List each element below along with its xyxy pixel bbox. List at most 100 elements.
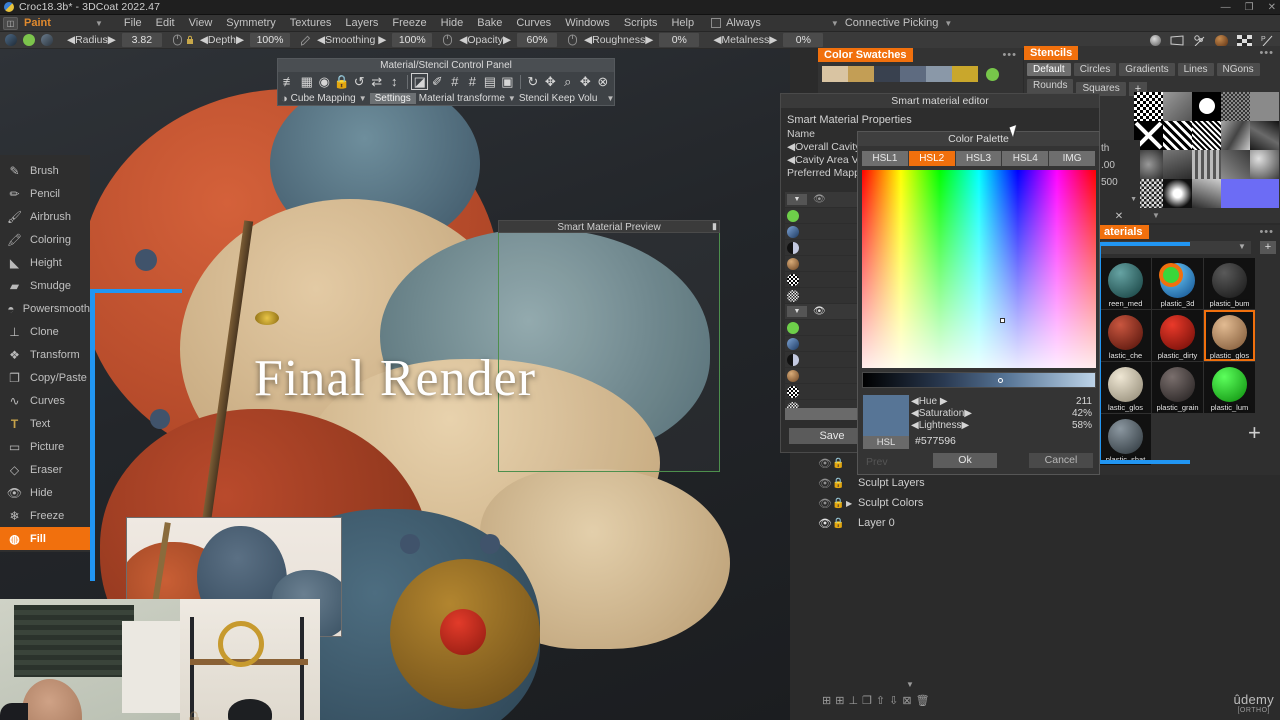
scale-icon[interactable]: ✥	[577, 73, 594, 90]
always-checkbox[interactable]	[711, 18, 722, 28]
hex-value[interactable]: #577596	[915, 435, 956, 447]
material-item-selected[interactable]: plastic_glos	[1204, 310, 1255, 361]
menu-item-windows[interactable]: Windows	[558, 17, 617, 29]
zoom-icon[interactable]: ⌕	[560, 73, 577, 90]
tool-text[interactable]: T Text	[0, 412, 90, 435]
tab-hsl1[interactable]: HSL1	[862, 151, 909, 166]
menu-item-help[interactable]: Help	[664, 17, 701, 29]
load-icon[interactable]: ▣	[499, 73, 516, 90]
tab-hsl4[interactable]: HSL4	[1002, 151, 1050, 166]
tool-eraser[interactable]: ◇ Eraser	[0, 458, 90, 481]
menu-item-hide[interactable]: Hide	[434, 17, 471, 29]
menu-item-file[interactable]: File	[117, 17, 149, 29]
menu-item-bake[interactable]: Bake	[470, 17, 509, 29]
sphere-dot-2[interactable]	[787, 337, 799, 350]
strip-caret-row[interactable]: ▼	[1098, 191, 1140, 208]
lightness-value[interactable]: 58%	[1072, 420, 1092, 431]
picking-mode-label[interactable]: Connective Picking	[845, 17, 939, 29]
eye-off-icon[interactable]: 👁	[813, 194, 826, 205]
expand-arrow-icon-3[interactable]: ▶	[846, 499, 858, 508]
swatch-3[interactable]	[900, 66, 926, 82]
roughness-param[interactable]: ◀Roughness▶ 0%	[584, 33, 700, 47]
menu-item-layers[interactable]: Layers	[338, 17, 385, 29]
menu-item-view[interactable]: View	[182, 17, 220, 29]
checker-dot[interactable]	[787, 273, 799, 286]
tool-pencil[interactable]: ✏ Pencil	[0, 182, 90, 205]
color-dot[interactable]	[787, 209, 799, 222]
close-icon[interactable]: ✕	[1115, 211, 1123, 222]
frame-icon[interactable]	[1170, 35, 1184, 46]
menu-item-textures[interactable]: Textures	[283, 17, 339, 29]
tab-hsl3[interactable]: HSL3	[955, 151, 1003, 166]
lock-icon[interactable]: 🔒	[334, 73, 351, 90]
eye-icon[interactable]: ◉	[316, 73, 333, 90]
picking-chevron-down-icon[interactable]: ▼	[831, 19, 839, 28]
tool-freeze[interactable]: ❄ Freeze	[0, 504, 90, 527]
materials-search-chevron-icon[interactable]: ▼	[1238, 242, 1246, 251]
stencils-title[interactable]: Stencils	[1024, 46, 1079, 60]
stencil-thumb[interactable]	[1192, 121, 1221, 150]
stencil-thumb[interactable]	[1163, 92, 1192, 121]
materials-big-add-button[interactable]: +	[1248, 422, 1261, 444]
cancel-button[interactable]: Cancel	[1029, 453, 1093, 468]
chevron-down-icon[interactable]: ▼	[1130, 196, 1137, 203]
material-transform-label[interactable]: Material transforme	[419, 93, 505, 104]
stencils-more-chevron-icon[interactable]: ▼	[1152, 211, 1160, 220]
halfdark-dot[interactable]	[787, 241, 799, 254]
tool-powersmooth[interactable]: ◓ Powersmooth	[0, 297, 90, 320]
chevron-down-icon[interactable]: ▼	[787, 194, 807, 205]
color-swatches-title[interactable]: Color Swatches	[818, 48, 913, 62]
swatch-5[interactable]	[952, 66, 978, 82]
eye-off-icon[interactable]: 👁	[818, 457, 832, 470]
picking-chevron-down-icon-2[interactable]: ▼	[944, 19, 952, 28]
flip-vertical-icon[interactable]: ↕	[386, 73, 403, 90]
lock-icon-3[interactable]: 🔒	[832, 498, 846, 509]
layers-collapse-chevron-icon[interactable]: ▼	[906, 680, 914, 689]
settings-pencil-icon[interactable]	[1193, 34, 1206, 47]
strip-row-500[interactable]: 500	[1098, 174, 1140, 191]
tab-hsl2[interactable]: HSL2	[908, 151, 956, 166]
tab-img[interactable]: IMG	[1049, 151, 1095, 166]
grid-fine-icon[interactable]: #	[447, 73, 464, 90]
settings-button[interactable]: Settings	[369, 93, 416, 104]
depth-value[interactable]: 100%	[250, 33, 291, 47]
layer-row-sculpt-colors[interactable]: 👁 🔒 ▶ Sculpt Colors	[818, 493, 1018, 513]
undo-rotate-icon[interactable]: ↻	[525, 73, 542, 90]
color-picker-cursor[interactable]	[1000, 318, 1005, 323]
stencil-thumb[interactable]	[1163, 121, 1192, 150]
viewport-3d[interactable]: Smart Material Preview ▮ Final Render	[0, 49, 790, 720]
duplicate-icon[interactable]: ❐	[862, 694, 872, 707]
cube-mapping-chevron-down-icon[interactable]: ▼	[359, 94, 367, 103]
lightness-field[interactable]: ◀Lightness▶ 58%	[911, 419, 1096, 431]
color-palette-dialog[interactable]: Color Palette HSL1 HSL2 HSL3 HSL4 IMG HS…	[857, 131, 1100, 475]
depth-param[interactable]: ◀Depth▶ 100%	[200, 33, 291, 47]
room-icon[interactable]: ◫	[3, 16, 18, 30]
swatch-4[interactable]	[926, 66, 952, 82]
color-swatch-icon[interactable]	[23, 34, 35, 46]
menu-item-freeze[interactable]: Freeze	[385, 17, 433, 29]
stencil-keep-label[interactable]: Stencil Keep	[519, 93, 575, 104]
lock-icon-4[interactable]: 🔒	[832, 518, 846, 529]
stencil-tab-ngons[interactable]: NGons	[1216, 63, 1260, 76]
strip-close-row[interactable]: ✕	[1098, 208, 1140, 225]
cancel-circle-icon[interactable]: ⊗	[595, 73, 612, 90]
metalness-param[interactable]: ◀Metalness▶ 0%	[713, 33, 824, 47]
pencil-edit-icon[interactable]: ✐	[429, 73, 446, 90]
mapping-icon[interactable]: ◑	[281, 93, 288, 105]
hue-value[interactable]: 211	[1076, 396, 1092, 407]
color-picker-square[interactable]	[862, 170, 1096, 368]
merge-down-icon[interactable]: ⊥	[848, 694, 858, 707]
menu-item-curves[interactable]: Curves	[509, 17, 558, 29]
color-dot-2[interactable]	[787, 321, 799, 334]
move-down-icon[interactable]: ⇩	[889, 694, 898, 707]
close-icon[interactable]: ✕	[1268, 2, 1276, 13]
volu-label[interactable]: Volu	[578, 93, 597, 104]
room-label[interactable]: Paint	[20, 17, 95, 29]
material-preview-icon[interactable]	[5, 34, 17, 46]
stencil-thumb[interactable]	[1192, 92, 1221, 121]
cube-mapping-label[interactable]: Cube Mapping	[291, 93, 356, 104]
material-transform-chevron-down-icon[interactable]: ▼	[508, 94, 516, 103]
pin-icon[interactable]: ▮	[712, 221, 717, 232]
sliders-icon[interactable]: ≢	[281, 73, 298, 90]
save-disk-icon[interactable]: ▤	[482, 73, 499, 90]
